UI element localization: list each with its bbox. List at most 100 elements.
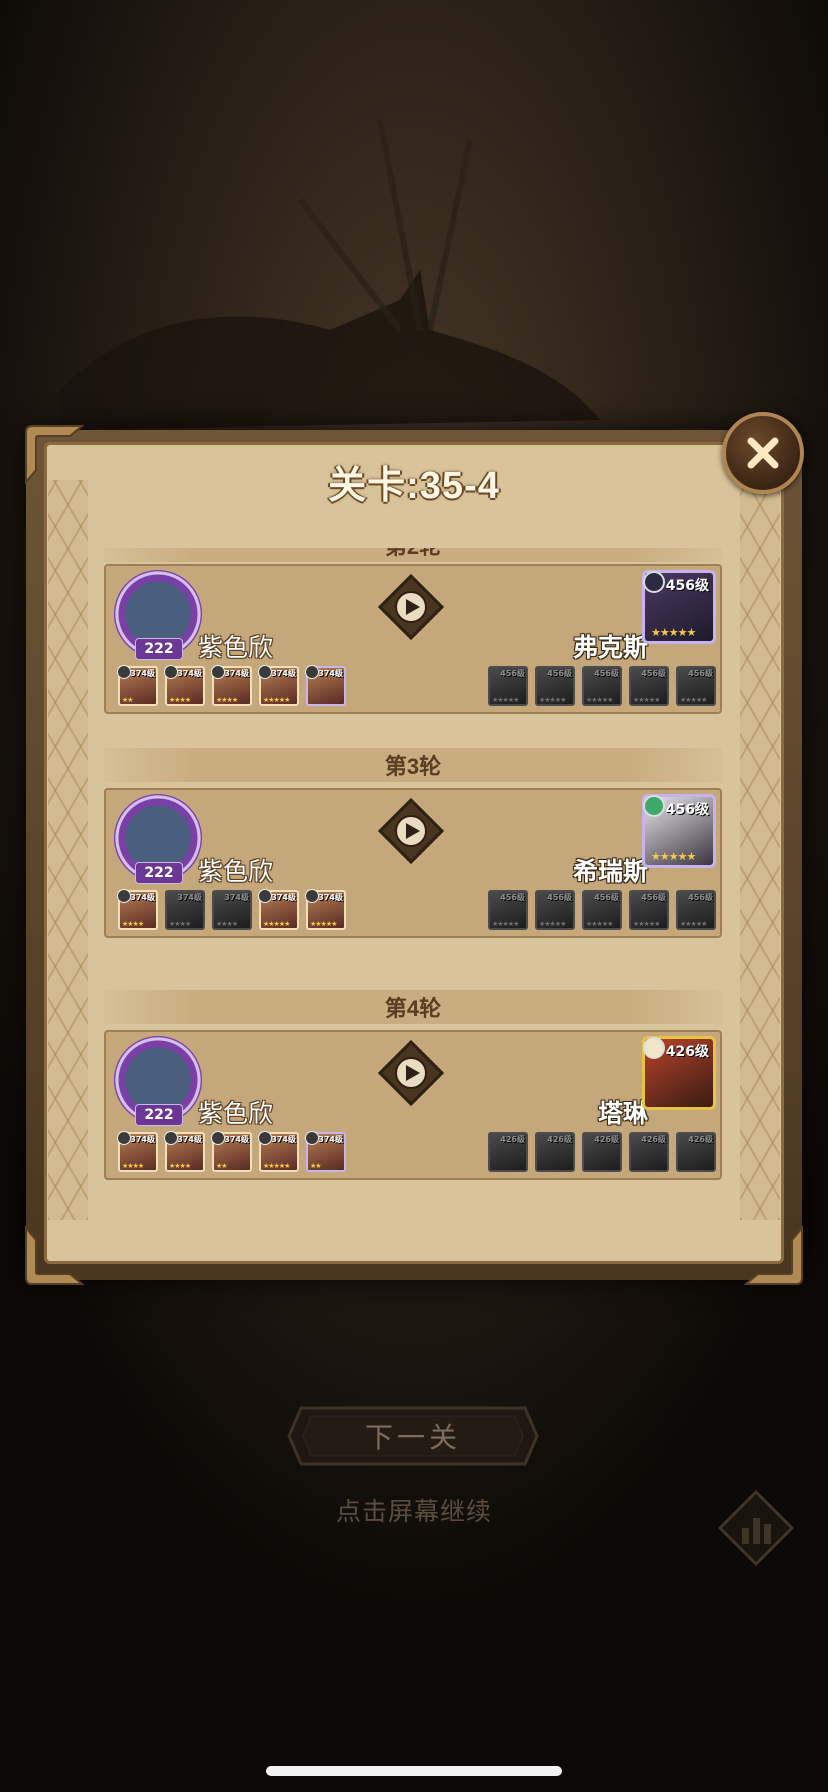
title-bar: 关卡:35-4: [90, 452, 738, 510]
player-hero[interactable]: 374级 ★★: [305, 1131, 346, 1172]
faction-icon: [643, 1037, 665, 1059]
hero-level: 456级: [500, 893, 525, 902]
enemy-boss-portrait[interactable]: 456级 ★★★★★: [642, 570, 716, 644]
faction-icon: [117, 665, 131, 679]
enemy-hero[interactable]: 456级 ★★★★★: [535, 890, 575, 930]
hero-stars: ★★★★: [169, 920, 191, 928]
enemy-hero[interactable]: 456级 ★★★★★: [582, 890, 622, 930]
faction-icon: [305, 1131, 319, 1145]
round-header: 第3轮: [104, 748, 722, 782]
player-hero[interactable]: 374级 ★★★★: [164, 665, 205, 706]
hero-level: 456级: [688, 669, 713, 678]
hero-level: 456级: [547, 893, 572, 902]
enemy-hero[interactable]: 426级: [676, 1132, 716, 1172]
boss-level: 426级: [665, 1044, 709, 1060]
player-name: 紫色欣: [198, 634, 274, 662]
next-stage-label: 下一关: [364, 1422, 461, 1453]
hero-level: 456级: [688, 893, 713, 902]
enemy-hero-row: 426级 426级 426级 426级 426级: [488, 1132, 716, 1172]
hero-stars: ★★★★★: [586, 696, 613, 704]
rounds-list[interactable]: 第2轮 222 紫色欣 弗克斯 456级 ★★★★★ 374级 ★★ 374级 ★★…: [104, 548, 752, 1248]
enemy-hero[interactable]: 456级 ★★★★★: [488, 890, 528, 930]
hero-level: 374级: [318, 893, 343, 902]
player-name: 紫色欣: [198, 858, 274, 886]
tap-to-continue-hint: 点击屏幕继续: [335, 1498, 492, 1526]
hero-stars: ★★: [216, 1162, 228, 1170]
player-hero[interactable]: 374级 ★★★★★: [258, 1131, 299, 1172]
enemy-hero[interactable]: 426级: [488, 1132, 528, 1172]
hero-stars: ★★★★★: [492, 920, 519, 928]
enemy-hero[interactable]: 456级 ★★★★★: [629, 890, 669, 930]
player-hero-row: 374级 ★★★★ 374级 ★★★★ 374级 ★★ 374级 ★★★★★ 374级 ★…: [117, 1131, 346, 1172]
faction-icon: [258, 1131, 272, 1145]
player-hero[interactable]: 374级 ★★: [211, 1131, 252, 1172]
hero-level: 374级: [224, 1135, 249, 1144]
enemy-hero[interactable]: 456级 ★★★★★: [535, 666, 575, 706]
replay-button[interactable]: [378, 574, 444, 640]
hero-level: 374级: [177, 1135, 202, 1144]
hero-level: 374级: [271, 1135, 296, 1144]
player-hero[interactable]: 374级 ★★★★★: [258, 889, 299, 930]
corner-ornament-bottom-left: [25, 1225, 85, 1285]
boss-level: 456级: [665, 802, 709, 818]
side-ornament-left: [48, 480, 88, 1220]
enemy-boss-portrait[interactable]: 456级 ★★★★★: [642, 794, 716, 868]
hero-level: 426级: [547, 1135, 572, 1144]
enemy-hero[interactable]: 456级 ★★★★★: [676, 890, 716, 930]
enemy-hero-row: 456级 ★★★★★ 456级 ★★★★★ 456级 ★★★★★ 456级 ★★★★★ …: [488, 890, 716, 930]
player-hero[interactable]: 374级 ★★★★: [212, 890, 252, 930]
enemy-boss-portrait[interactable]: 426级: [642, 1036, 716, 1110]
player-level-badge: 222: [135, 638, 183, 660]
enemy-hero[interactable]: 456级 ★★★★★: [676, 666, 716, 706]
faction-icon: [643, 795, 665, 817]
hero-stars: ★★: [310, 1162, 322, 1170]
faction-icon: [164, 665, 178, 679]
hero-stars: ★★★★★: [492, 696, 519, 704]
enemy-hero[interactable]: 426级: [582, 1132, 622, 1172]
hero-level: 456级: [641, 669, 666, 678]
player-hero[interactable]: 374级 ★★★★: [211, 665, 252, 706]
hero-stars: ★★★★: [122, 1162, 144, 1170]
player-hero[interactable]: 374级: [305, 665, 346, 706]
hero-level: 374级: [130, 1135, 155, 1144]
hero-stars: ★★★★★: [680, 920, 707, 928]
player-hero[interactable]: 374级 ★★: [117, 665, 158, 706]
enemy-hero[interactable]: 456级 ★★★★★: [488, 666, 528, 706]
hero-level: 374级: [224, 893, 249, 902]
replay-button[interactable]: [378, 1040, 444, 1106]
boss-level: 456级: [665, 578, 709, 594]
player-level-badge: 222: [135, 862, 183, 884]
round-header: 第2轮: [104, 548, 722, 562]
hero-level: 374级: [271, 669, 296, 678]
player-hero[interactable]: 374级 ★★★★: [117, 889, 158, 930]
player-hero[interactable]: 374级 ★★★★: [165, 890, 205, 930]
player-hero[interactable]: 374级 ★★★★★: [258, 665, 299, 706]
home-indicator[interactable]: [266, 1766, 562, 1776]
player-hero[interactable]: 374级 ★★★★★: [305, 889, 346, 930]
replay-button[interactable]: [378, 798, 444, 864]
round-header: 第4轮: [104, 990, 722, 1024]
next-stage-button[interactable]: 下一关: [285, 1404, 541, 1468]
enemy-hero[interactable]: 456级 ★★★★★: [629, 666, 669, 706]
hero-level: 456级: [594, 669, 619, 678]
hero-stars: ★★★★: [216, 696, 238, 704]
faction-icon: [164, 1131, 178, 1145]
enemy-hero-row: 456级 ★★★★★ 456级 ★★★★★ 456级 ★★★★★ 456级 ★★★★★ …: [488, 666, 716, 706]
faction-icon: [305, 889, 319, 903]
hero-stars: ★★★★★: [633, 696, 660, 704]
hero-stars: ★★★★★: [633, 920, 660, 928]
round-card: 222 紫色欣 弗克斯 456级 ★★★★★ 374级 ★★ 374级 ★★★★ 3…: [104, 564, 722, 714]
stats-button[interactable]: [716, 1488, 796, 1568]
round-card: 222 紫色欣 希瑞斯 456级 ★★★★★ 374级 ★★★★ 374级 ★★★★…: [104, 788, 722, 938]
hero-stars: ★★★★★: [539, 920, 566, 928]
hero-stars: ★★★★: [169, 1162, 191, 1170]
faction-icon: [117, 1131, 131, 1145]
hero-level: 456级: [641, 893, 666, 902]
enemy-hero[interactable]: 426级: [535, 1132, 575, 1172]
enemy-hero[interactable]: 456级 ★★★★★: [582, 666, 622, 706]
close-button[interactable]: [722, 412, 804, 494]
enemy-hero[interactable]: 426级: [629, 1132, 669, 1172]
hero-stars: ★★★★★: [263, 920, 290, 928]
player-hero[interactable]: 374级 ★★★★: [164, 1131, 205, 1172]
player-hero[interactable]: 374级 ★★★★: [117, 1131, 158, 1172]
